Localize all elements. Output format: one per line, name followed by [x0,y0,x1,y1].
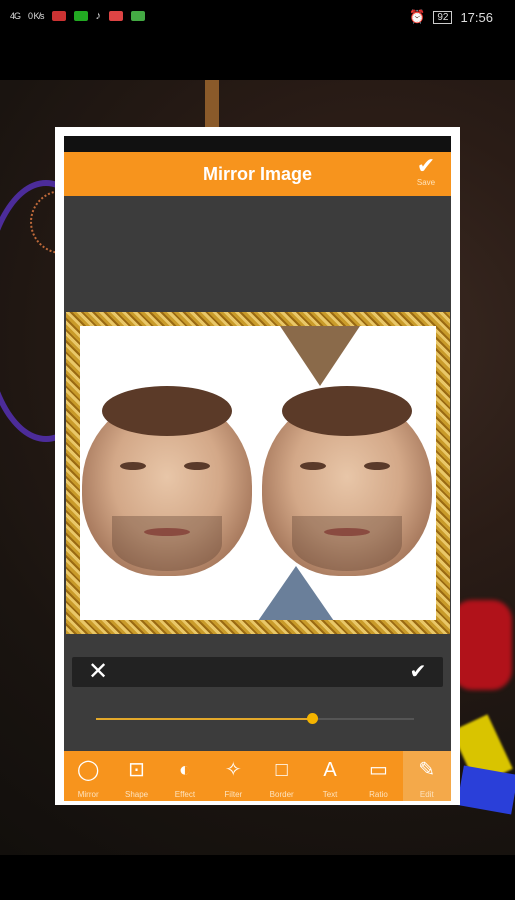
control-bar [72,657,443,687]
notification-bell-icon: ♪ [95,10,102,22]
tool-text[interactable]: A Text [306,751,354,801]
tool-label: Filter [224,790,243,799]
border-icon: □ [275,759,288,781]
tool-label: Effect [174,790,196,799]
bottom-toolbar: ◯ Mirror ⊡ Shape ◐ Effect ✧ Filter □ Bor… [64,751,451,801]
effect-icon: ◐ [178,759,191,781]
edit-icon: ✎ [418,759,436,781]
background-thread [205,80,219,130]
slider-fill [96,718,312,720]
app-notification-icon-2 [131,11,146,21]
slider-panel [64,690,451,750]
tool-mirror[interactable]: ◯ Mirror [64,751,112,801]
tool-label: Text [322,790,338,799]
background-blue-feather [456,765,515,815]
tool-filter[interactable]: ✧ Filter [209,751,257,801]
app-top-strip [64,136,451,152]
clock: 17:56 [460,9,493,25]
close-icon[interactable]: ✕ [84,658,112,686]
face-right [262,386,432,576]
text-icon: A [323,759,337,781]
tool-label: Shape [124,790,149,799]
save-button[interactable]: ✔ Save [406,154,446,194]
whatsapp-icon [73,11,88,21]
tool-border[interactable]: □ Border [258,751,306,801]
save-label: Save [416,178,436,187]
tool-label: Mirror [77,790,99,799]
check-icon: ✔ [416,153,436,178]
tool-edit[interactable]: ✎ Edit [402,751,451,801]
tool-label: Ratio [369,790,388,799]
shape-icon: ⊡ [128,759,145,781]
tool-ratio[interactable]: ▭ Ratio [354,751,402,801]
app-notification-icon [109,11,124,21]
tool-shape[interactable]: ⊡ Shape [112,751,160,801]
mirror-icon: ◯ [76,759,100,781]
youtube-icon [51,11,66,21]
alarm-icon: ⏰ [409,9,426,24]
network-speed: 0 K/s [28,11,44,21]
tool-effect[interactable]: ◐ Effect [161,751,209,801]
status-bar: 4G 0 K/s ♪ ⏰ 92 17:56 [0,0,515,34]
ratio-icon: ▭ [368,759,388,781]
spade-stem [258,566,334,620]
tool-label: Edit [419,790,434,799]
tool-label: Border [269,790,294,799]
navigation-bar [0,855,515,900]
app-title: Mirror Image [202,164,313,184]
background-red-feather [452,600,512,690]
network-indicator: 4G [10,11,21,21]
battery-level: 92 [433,10,453,24]
filter-icon: ✧ [224,759,242,781]
face-left [82,386,252,576]
spade-top-tip [280,326,360,386]
slider-knob[interactable] [307,713,318,724]
confirm-icon[interactable]: ✔ [404,658,432,686]
mirrored-photo[interactable] [80,326,436,620]
